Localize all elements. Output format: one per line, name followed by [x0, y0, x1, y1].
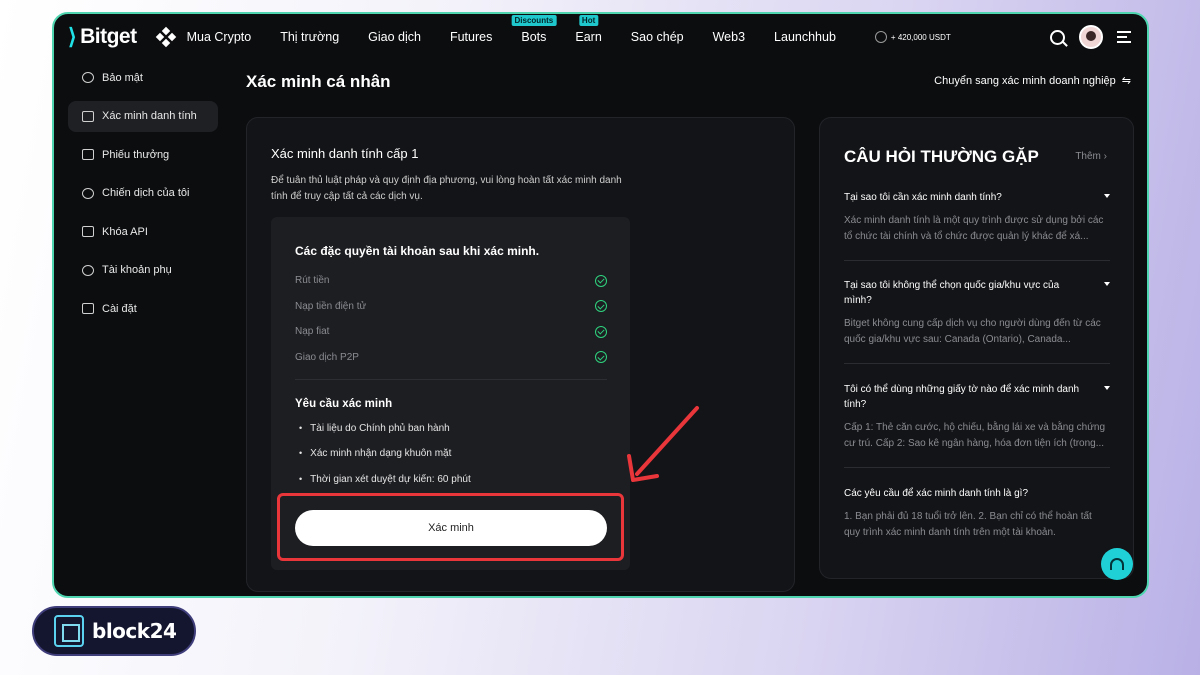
requirements-list: Tài liệu do Chính phủ ban hành Xác minh …	[299, 423, 471, 499]
level-description: Để tuân thủ luật pháp và quy định địa ph…	[271, 175, 622, 202]
faq-panel: CÂU HỎI THƯỜNG GẶP Thêm › Tại sao tôi cầ…	[819, 117, 1134, 579]
nav-buy-crypto[interactable]: Mua Crypto	[187, 30, 252, 44]
faq-item[interactable]: Tại sao tôi không thể chọn quốc gia/khu …	[844, 278, 1110, 348]
discounts-badge: Discounts	[511, 15, 557, 26]
apps-grid-icon[interactable]	[155, 26, 176, 48]
faq-question: Tại sao tôi cần xác minh danh tính?	[844, 192, 1002, 203]
brand-name: Bitget	[80, 25, 137, 48]
faq-answer: Xác minh danh tính là một quy trình được…	[844, 215, 1104, 242]
caret-down-icon	[1104, 194, 1110, 198]
sidebar-item-vouchers[interactable]: Phiếu thưởng	[68, 139, 218, 170]
faq-question: Tôi có thể dùng những giấy tờ nào để xác…	[844, 384, 1080, 410]
annotation-arrow-icon	[627, 406, 699, 482]
divider	[844, 363, 1110, 364]
list-item: Rút tiền	[295, 268, 607, 294]
verify-button[interactable]: Xác minh	[295, 510, 607, 546]
nav-launchhub[interactable]: Launchhub	[774, 30, 836, 44]
level-title: Xác minh danh tính cấp 1	[271, 146, 419, 161]
requirements-title: Yêu cầu xác minh	[295, 398, 393, 410]
privileges-list: Rút tiền Nạp tiền điện tử Nạp fiat Giao …	[295, 268, 607, 370]
caret-down-icon	[1104, 282, 1110, 286]
faq-item[interactable]: Tôi có thể dùng những giấy tờ nào để xác…	[844, 382, 1110, 452]
account-sidebar: Bảo mật Xác minh danh tính Phiếu thưởng …	[68, 62, 218, 332]
swap-arrows-icon: ⇋	[1121, 75, 1131, 87]
subaccount-icon	[82, 264, 94, 276]
bitget-logo-icon: ⟩	[68, 24, 77, 49]
faq-answer: Bitget không cung cấp dịch vụ cho người …	[844, 318, 1101, 345]
block24-brand-text: block24	[92, 619, 177, 643]
faq-answer: Cấp 1: Thẻ căn cước, hộ chiếu, bằng lái …	[844, 422, 1106, 449]
sidebar-item-sub-accounts[interactable]: Tài khoản phụ	[68, 255, 218, 286]
id-card-icon	[82, 110, 94, 122]
ticket-icon	[82, 149, 94, 160]
shield-icon	[82, 72, 94, 83]
menu-icon[interactable]	[1117, 31, 1131, 43]
list-item: Tài liệu do Chính phủ ban hành	[299, 423, 471, 448]
sidebar-item-security[interactable]: Bảo mật	[68, 62, 218, 93]
list-item: Nạp fiat	[295, 319, 607, 345]
app-window: ⟩ Bitget Mua Crypto Thị trường Giao dịch…	[52, 12, 1149, 598]
nav-futures[interactable]: Futures	[450, 30, 492, 44]
nav-copy-trading[interactable]: Sao chép	[631, 30, 684, 44]
hot-badge: Hot	[578, 15, 599, 26]
check-circle-icon	[595, 274, 607, 287]
sidebar-item-api-keys[interactable]: Khóa API	[68, 216, 218, 247]
divider	[844, 260, 1110, 261]
block24-badge: block24	[32, 606, 196, 656]
sidebar-item-settings[interactable]: Cài đặt	[68, 293, 218, 324]
top-navbar: ⟩ Bitget Mua Crypto Thị trường Giao dịch…	[54, 14, 1147, 60]
sidebar-item-identity-verification[interactable]: Xác minh danh tính	[68, 100, 218, 132]
caret-down-icon	[1104, 386, 1110, 390]
nav-bots[interactable]: Discounts Bots	[511, 15, 557, 44]
promo-reward[interactable]: + 420,000 USDT	[874, 31, 951, 43]
verification-panel: Xác minh danh tính cấp 1 Để tuân thủ luậ…	[246, 117, 795, 592]
check-circle-icon	[595, 325, 607, 338]
faq-item[interactable]: Tại sao tôi cần xác minh danh tính? Xác …	[844, 190, 1110, 245]
faq-question: Tại sao tôi không thể chọn quốc gia/khu …	[844, 280, 1060, 306]
support-headset-button[interactable]	[1101, 548, 1133, 580]
list-item: Nạp tiền điện tử	[295, 294, 607, 320]
sidebar-item-my-campaigns[interactable]: Chiến dịch của tôi	[68, 178, 218, 209]
faq-item[interactable]: Các yêu cầu để xác minh danh tính là gì?…	[844, 486, 1110, 541]
promo-text: + 420,000 USDT	[890, 32, 951, 42]
level-card: Các đặc quyền tài khoản sau khi xác minh…	[271, 217, 630, 570]
divider	[844, 467, 1110, 468]
faq-more-link[interactable]: Thêm ›	[1075, 151, 1107, 162]
main-nav: Mua Crypto Thị trường Giao dịch Futures …	[187, 15, 865, 44]
check-circle-icon	[595, 300, 607, 313]
nav-trade[interactable]: Giao dịch	[368, 30, 421, 44]
headset-icon	[1110, 558, 1124, 570]
nav-actions	[1050, 25, 1131, 49]
privileges-title: Các đặc quyền tài khoản sau khi xác minh…	[295, 244, 540, 258]
nav-earn[interactable]: Hot Earn	[575, 15, 602, 44]
gift-icon	[874, 31, 887, 43]
list-item: Giao dịch P2P	[295, 345, 607, 371]
nav-markets[interactable]: Thị trường	[280, 30, 339, 44]
faq-answer: 1. Bạn phải đủ 18 tuổi trở lên. 2. Bạn c…	[844, 511, 1092, 538]
api-icon	[82, 226, 94, 237]
switch-to-business-link[interactable]: Chuyển sang xác minh doanh nghiệp ⇋	[934, 74, 1131, 88]
settings-icon	[82, 303, 94, 314]
trophy-icon	[82, 187, 94, 199]
page-title: Xác minh cá nhân	[246, 72, 391, 91]
check-circle-icon	[595, 351, 607, 364]
avatar[interactable]	[1079, 25, 1103, 49]
faq-title: CÂU HỎI THƯỜNG GẶP	[844, 147, 1039, 166]
divider	[295, 379, 607, 380]
search-icon[interactable]	[1050, 29, 1065, 45]
list-item: Xác minh nhận dạng khuôn mặt	[299, 448, 471, 473]
brand-logo[interactable]: ⟩ Bitget	[68, 24, 137, 50]
faq-question: Các yêu cầu để xác minh danh tính là gì?	[844, 488, 1029, 499]
nav-web3[interactable]: Web3	[713, 30, 745, 44]
block24-logo-icon	[54, 615, 84, 647]
